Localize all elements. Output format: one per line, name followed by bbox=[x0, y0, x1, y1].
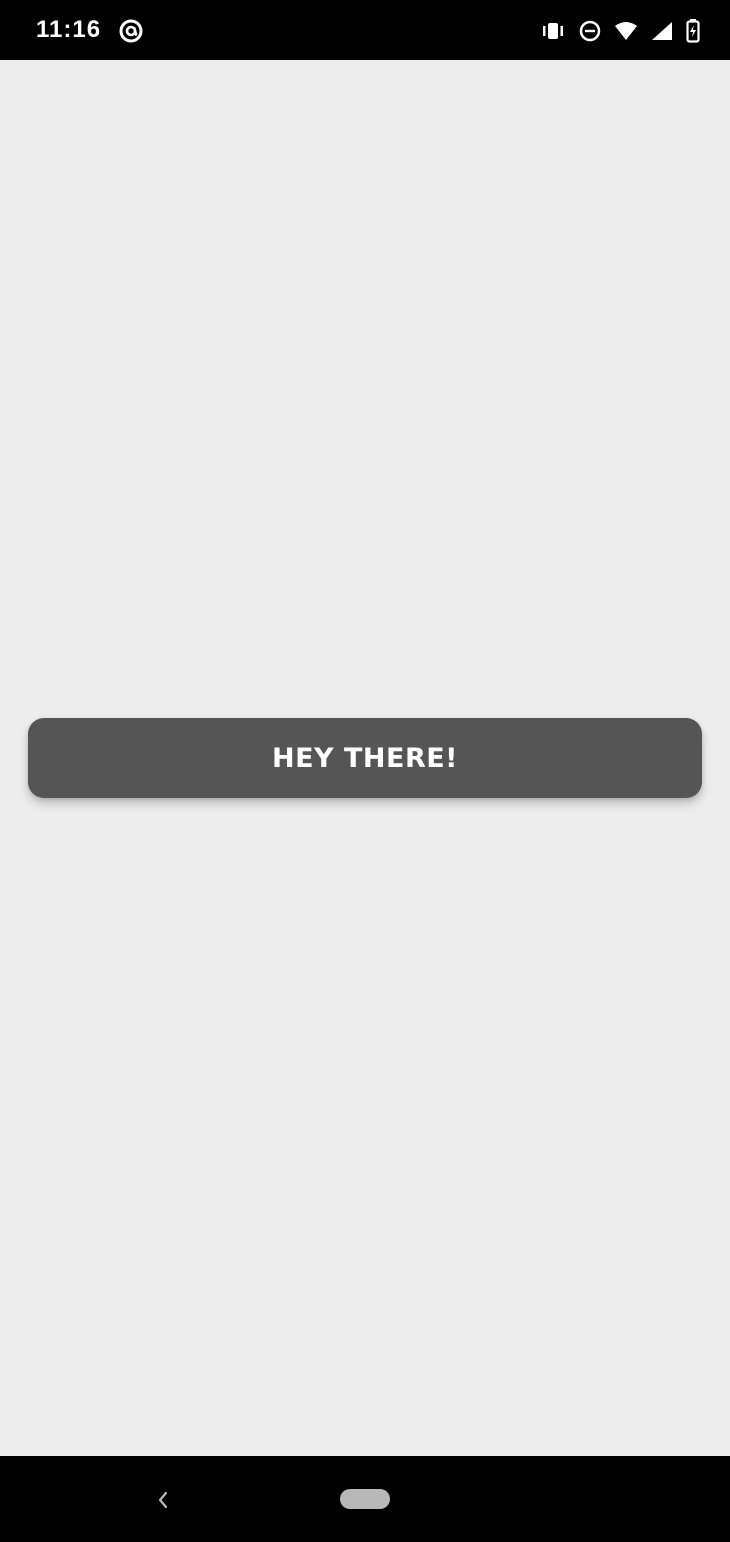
battery-charging-icon bbox=[686, 19, 700, 43]
do-not-disturb-icon bbox=[578, 19, 602, 43]
app-screen: 11:16 HEY THERE! bbox=[0, 0, 730, 1542]
cellular-signal-icon bbox=[650, 20, 674, 42]
back-icon[interactable] bbox=[146, 1483, 180, 1517]
wifi-icon bbox=[614, 20, 638, 42]
hey-there-button[interactable]: HEY THERE! bbox=[28, 718, 702, 798]
main-content: HEY THERE! bbox=[0, 60, 730, 1456]
vibrate-icon bbox=[540, 21, 566, 41]
status-time: 11:16 bbox=[36, 16, 102, 43]
home-pill-button[interactable] bbox=[340, 1489, 390, 1509]
at-sign-icon bbox=[119, 19, 143, 43]
navigation-bar bbox=[0, 1456, 730, 1542]
status-bar: 11:16 bbox=[0, 0, 730, 60]
status-icons bbox=[540, 16, 700, 46]
